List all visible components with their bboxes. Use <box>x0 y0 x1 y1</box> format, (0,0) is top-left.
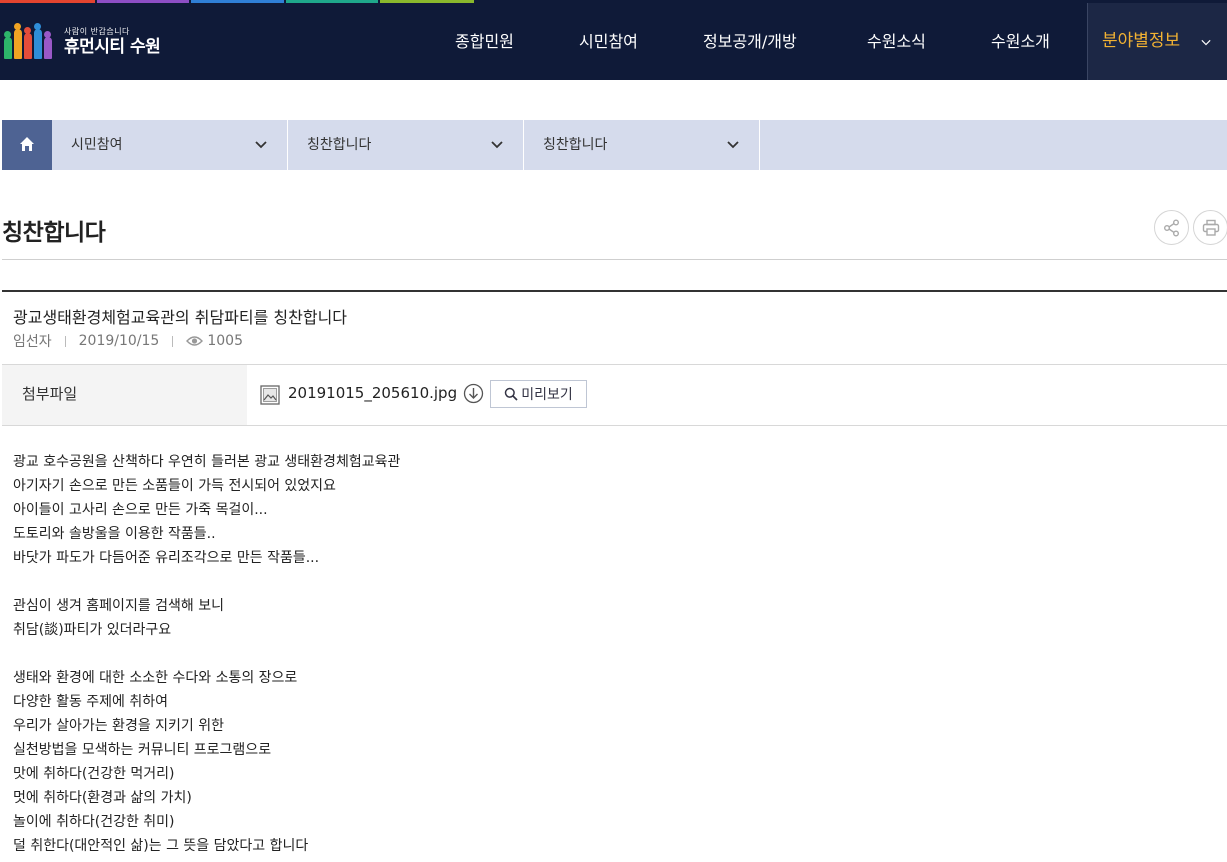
post-content: 광교 호수공원을 산책하다 우연히 들러본 광교 생태환경체험교육관아기자기 손… <box>13 451 1213 859</box>
breadcrumb-dropdown-3[interactable]: 칭찬합니다 <box>524 120 760 170</box>
content-line: 실천방법을 모색하는 커뮤니티 프로그램으로 <box>13 742 272 758</box>
divider <box>2 425 1227 426</box>
site-logo[interactable]: 사람이 반갑습니다 휴먼시티 수원 <box>2 20 161 62</box>
nav-item-about[interactable]: 수원소개 <box>991 3 1050 80</box>
logo-slogan: 사람이 반갑습니다 <box>64 26 130 36</box>
attachment-file-link[interactable]: 20191015_205610.jpg <box>288 384 457 402</box>
print-button[interactable] <box>1193 210 1227 245</box>
color-strip <box>97 0 189 3</box>
breadcrumb-label: 칭찬합니다 <box>543 137 608 153</box>
attachment-row: 첨부파일 20191015_205610.jpg 미리보기 <box>2 365 1227 425</box>
divider <box>2 259 1227 260</box>
content-line: 광교 호수공원을 산책하다 우연히 들러본 광교 생태환경체험교육관 <box>13 454 401 470</box>
nav-item-field-info[interactable]: 분야별정보 <box>1087 3 1227 80</box>
logo-title: 휴먼시티 수원 <box>64 36 161 57</box>
content-line: 아이들이 고사리 손으로 만든 가죽 목걸이... <box>13 502 268 518</box>
site-header: 사람이 반갑습니다 휴먼시티 수원 종합민원 시민참여 정보공개/개방 수원소식… <box>0 0 1227 80</box>
color-strip <box>286 0 378 3</box>
content-blank-line <box>13 571 1213 595</box>
home-button[interactable] <box>2 120 52 170</box>
nav-item-civil-service[interactable]: 종합민원 <box>455 3 514 80</box>
post-title: 광교생태환경체험교육관의 취담파티를 칭찬합니다 <box>13 308 348 327</box>
nav-item-information[interactable]: 정보공개/개방 <box>703 3 797 80</box>
content-line: 맛에 취하다(건강한 먹거리) <box>13 766 175 782</box>
attachment-header: 첨부파일 <box>2 365 247 425</box>
preview-label: 미리보기 <box>521 387 573 403</box>
color-strip <box>0 0 95 3</box>
page-title: 칭찬합니다 <box>2 220 106 246</box>
post-views: 1005 <box>207 333 243 349</box>
breadcrumb-dropdown-1[interactable]: 시민참여 <box>52 120 288 170</box>
content-line: 멋에 취하다(환경과 삶의 가치) <box>13 790 192 806</box>
search-icon <box>504 387 518 401</box>
divider <box>64 335 66 347</box>
logo-figures-icon <box>2 21 58 61</box>
content-line: 덜 취한다(대안적인 삶)는 그 뜻을 담았다고 합니다 <box>13 838 309 854</box>
post-date: 2019/10/15 <box>78 333 160 349</box>
post-meta: 임선자 2019/10/15 1005 <box>13 331 243 351</box>
breadcrumb: 시민참여 칭찬합니다 칭찬합니다 <box>2 120 1227 170</box>
chevron-down-icon <box>255 141 267 149</box>
content-blank-line <box>13 643 1213 667</box>
content-line: 취담(談)파티가 있더라구요 <box>13 622 172 638</box>
breadcrumb-label: 칭찬합니다 <box>307 137 372 153</box>
post-author: 임선자 <box>13 334 52 350</box>
share-button[interactable] <box>1154 210 1189 245</box>
download-icon[interactable] <box>463 383 484 404</box>
print-icon <box>1202 219 1220 236</box>
divider <box>172 335 174 347</box>
color-strip <box>191 0 284 3</box>
preview-button[interactable]: 미리보기 <box>490 380 587 408</box>
breadcrumb-dropdown-2[interactable]: 칭찬합니다 <box>288 120 524 170</box>
content-line: 바닷가 파도가 다듬어준 유리조각으로 만든 작품들... <box>13 550 320 566</box>
chevron-down-icon <box>727 141 739 149</box>
divider <box>2 290 1227 292</box>
logo-text: 사람이 반갑습니다 휴먼시티 수원 <box>64 26 161 57</box>
content-line: 관심이 생겨 홈페이지를 검색해 보니 <box>13 598 224 614</box>
attachment-label: 첨부파일 <box>22 385 78 403</box>
home-icon <box>20 137 34 151</box>
image-file-icon <box>260 385 280 405</box>
breadcrumb-label: 시민참여 <box>71 137 123 153</box>
content-line: 놀이에 취하다(건강한 취미) <box>13 814 175 830</box>
nav-item-news[interactable]: 수원소식 <box>867 3 926 80</box>
chevron-down-icon <box>1201 39 1211 46</box>
eye-icon <box>186 336 204 346</box>
nav-item-field-info-label: 분야별정보 <box>1102 31 1181 51</box>
chevron-down-icon <box>491 141 503 149</box>
share-icon <box>1164 219 1179 237</box>
content-line: 다양한 활동 주제에 취하여 <box>13 694 169 710</box>
content-line: 생태와 환경에 대한 소소한 수다와 소통의 장으로 <box>13 670 298 686</box>
content-line: 우리가 살아가는 환경을 지키기 위한 <box>13 718 224 734</box>
content-line: 아기자기 손으로 만든 소품들이 가득 전시되어 있었지요 <box>13 478 336 494</box>
content-line: 도토리와 솔방울을 이용한 작품들.. <box>13 526 216 542</box>
nav-item-participation[interactable]: 시민참여 <box>579 3 638 80</box>
